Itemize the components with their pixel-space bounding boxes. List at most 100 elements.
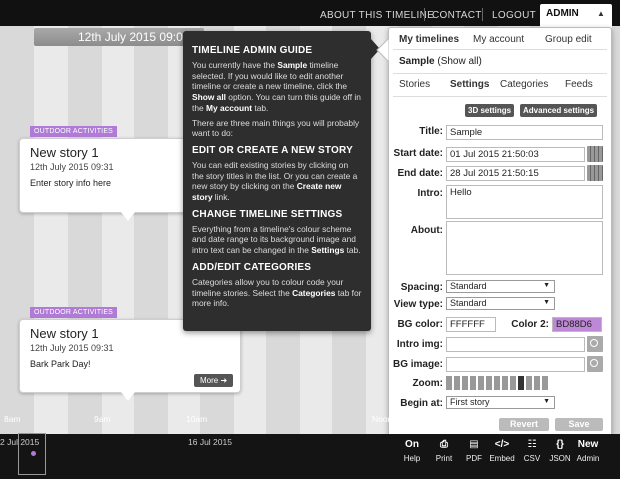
dropdown-arrow-icon: ▼ (543, 398, 550, 405)
divider (393, 96, 607, 97)
guide-section-text: Categories allow you to colour code your… (192, 276, 362, 309)
begin-at-select[interactable]: First story ▼ (446, 396, 555, 409)
zoom-step[interactable] (542, 376, 548, 390)
caret-up-icon: ▲ (597, 9, 605, 18)
intro-label: Intro: (417, 188, 443, 199)
toolbar-label: Print (435, 454, 453, 463)
category-label: OUTDOOR ACTIVITIES (30, 126, 118, 137)
contact-link[interactable]: CONTACT (432, 10, 482, 21)
intro-img-label: Intro img: (396, 339, 443, 350)
logout-link[interactable]: LOGOUT (492, 10, 536, 21)
admin-guide-panel: TIMELINE ADMIN GUIDE You currently have … (183, 31, 380, 331)
current-date-text: 12th July 2015 09:00 (78, 30, 190, 44)
subtab-categories[interactable]: Categories (500, 79, 548, 90)
story-pointer (121, 212, 135, 221)
story-date: 12th July 2015 09:31 (30, 343, 114, 353)
story-text: Bark Park Day! (30, 359, 91, 369)
bg-color-input[interactable]: FFFFFF (446, 317, 496, 332)
zoom-step[interactable] (510, 376, 516, 390)
save-button[interactable]: Save (555, 418, 603, 431)
admin-menu-button[interactable]: ADMIN ▲ (540, 4, 612, 28)
story-text: Enter story info here (30, 178, 112, 188)
spacing-select[interactable]: Standard ▼ (446, 280, 555, 293)
guide-intro: You currently have the Sample timeline s… (192, 60, 361, 113)
guide-section-text: You can edit existing stories by clickin… (192, 159, 358, 203)
dropdown-arrow-icon: ▼ (543, 282, 550, 289)
about-textarea[interactable] (446, 221, 603, 275)
guide-section-text: Everything from a timeline's colour sche… (192, 223, 361, 256)
zoom-step[interactable] (494, 376, 500, 390)
bg-color-label: BG color: (397, 319, 443, 330)
story-title[interactable]: New story 1 (30, 326, 99, 341)
story-title[interactable]: New story 1 (30, 145, 99, 160)
timeline-name: Sample (399, 56, 435, 67)
intro-img-input[interactable] (446, 337, 585, 352)
guide-title: TIMELINE ADMIN GUIDE (192, 45, 313, 56)
new-icon: New (577, 439, 599, 450)
bg-image-label: BG image: (392, 359, 443, 370)
color-2-input[interactable]: BD88D6 (552, 317, 602, 332)
3d-settings-button[interactable]: 3D settings (465, 104, 515, 117)
more-button[interactable]: More ➜ (194, 374, 234, 387)
tab-group-edit[interactable]: Group edit (545, 34, 592, 45)
search-icon[interactable] (587, 356, 603, 372)
advanced-settings-button[interactable]: Advanced settings (520, 104, 598, 117)
color-2-label: Color 2: (511, 319, 549, 330)
zoom-step[interactable] (446, 376, 452, 390)
collapse-chevron-icon[interactable] (375, 38, 389, 62)
zoom-step[interactable] (518, 376, 524, 390)
subtab-settings[interactable]: Settings (450, 79, 489, 90)
embed-button[interactable]: </> Embed (486, 438, 518, 463)
calendar-icon[interactable] (587, 146, 603, 162)
nav-divider (482, 8, 483, 21)
bg-image-input[interactable] (446, 357, 585, 372)
new-admin-button[interactable]: New Admin (572, 438, 604, 463)
zoom-step[interactable] (486, 376, 492, 390)
zoom-step[interactable] (526, 376, 532, 390)
tab-my-timelines[interactable]: My timelines (399, 34, 459, 45)
search-icon[interactable] (587, 336, 603, 352)
embed-icon: </> (494, 439, 510, 450)
view-type-value: Standard (450, 298, 487, 308)
divider (393, 73, 607, 74)
begin-at-label: Begin at: (400, 398, 443, 409)
zoom-step[interactable] (470, 376, 476, 390)
story-date: 12th July 2015 09:31 (30, 162, 114, 172)
calendar-icon[interactable] (587, 165, 603, 181)
timeline-name-row: Sample (Show all) (399, 56, 482, 67)
divider (393, 49, 607, 50)
guide-intro-2: There are three main things you will pro… (192, 117, 360, 139)
hour-label: 8am (4, 414, 21, 424)
help-button[interactable]: On Help (396, 438, 428, 463)
intro-textarea[interactable]: Hello (446, 185, 603, 219)
zoom-step[interactable] (462, 376, 468, 390)
view-type-select[interactable]: Standard ▼ (446, 297, 555, 310)
nav-divider (424, 8, 425, 21)
zoom-step[interactable] (478, 376, 484, 390)
toolbar-label: Admin (576, 454, 600, 463)
show-all-link[interactable]: (Show all) (437, 56, 481, 67)
hour-label: 10am (186, 414, 208, 424)
zoom-step[interactable] (502, 376, 508, 390)
story-marker[interactable] (31, 451, 36, 456)
revert-button[interactable]: Revert (499, 418, 549, 431)
dropdown-arrow-icon: ▼ (543, 299, 550, 306)
axis-date-label: 16 Jul 2015 (188, 437, 232, 447)
subtab-feeds[interactable]: Feeds (565, 79, 593, 90)
about-label: About: (410, 225, 443, 236)
about-link[interactable]: ABOUT THIS TIMELINE (320, 10, 434, 21)
subtab-stories[interactable]: Stories (399, 79, 430, 90)
end-date-input[interactable]: 28 Jul 2015 21:50:15 (446, 166, 585, 181)
current-date-header: 12th July 2015 09:00 (34, 28, 204, 46)
toolbar-label: Help (403, 454, 421, 463)
start-date-input[interactable]: 01 Jul 2015 21:50:03 (446, 147, 585, 162)
zoom-step[interactable] (454, 376, 460, 390)
zoom-label: Zoom: (412, 378, 443, 389)
title-input[interactable]: Sample (446, 125, 603, 140)
tab-my-account[interactable]: My account (473, 34, 524, 45)
category-label: OUTDOOR ACTIVITIES (30, 307, 118, 318)
help-icon: On (405, 439, 419, 450)
print-button[interactable]: ⎙ Print (428, 438, 460, 463)
hour-label: 9am (94, 414, 111, 424)
zoom-step[interactable] (534, 376, 540, 390)
